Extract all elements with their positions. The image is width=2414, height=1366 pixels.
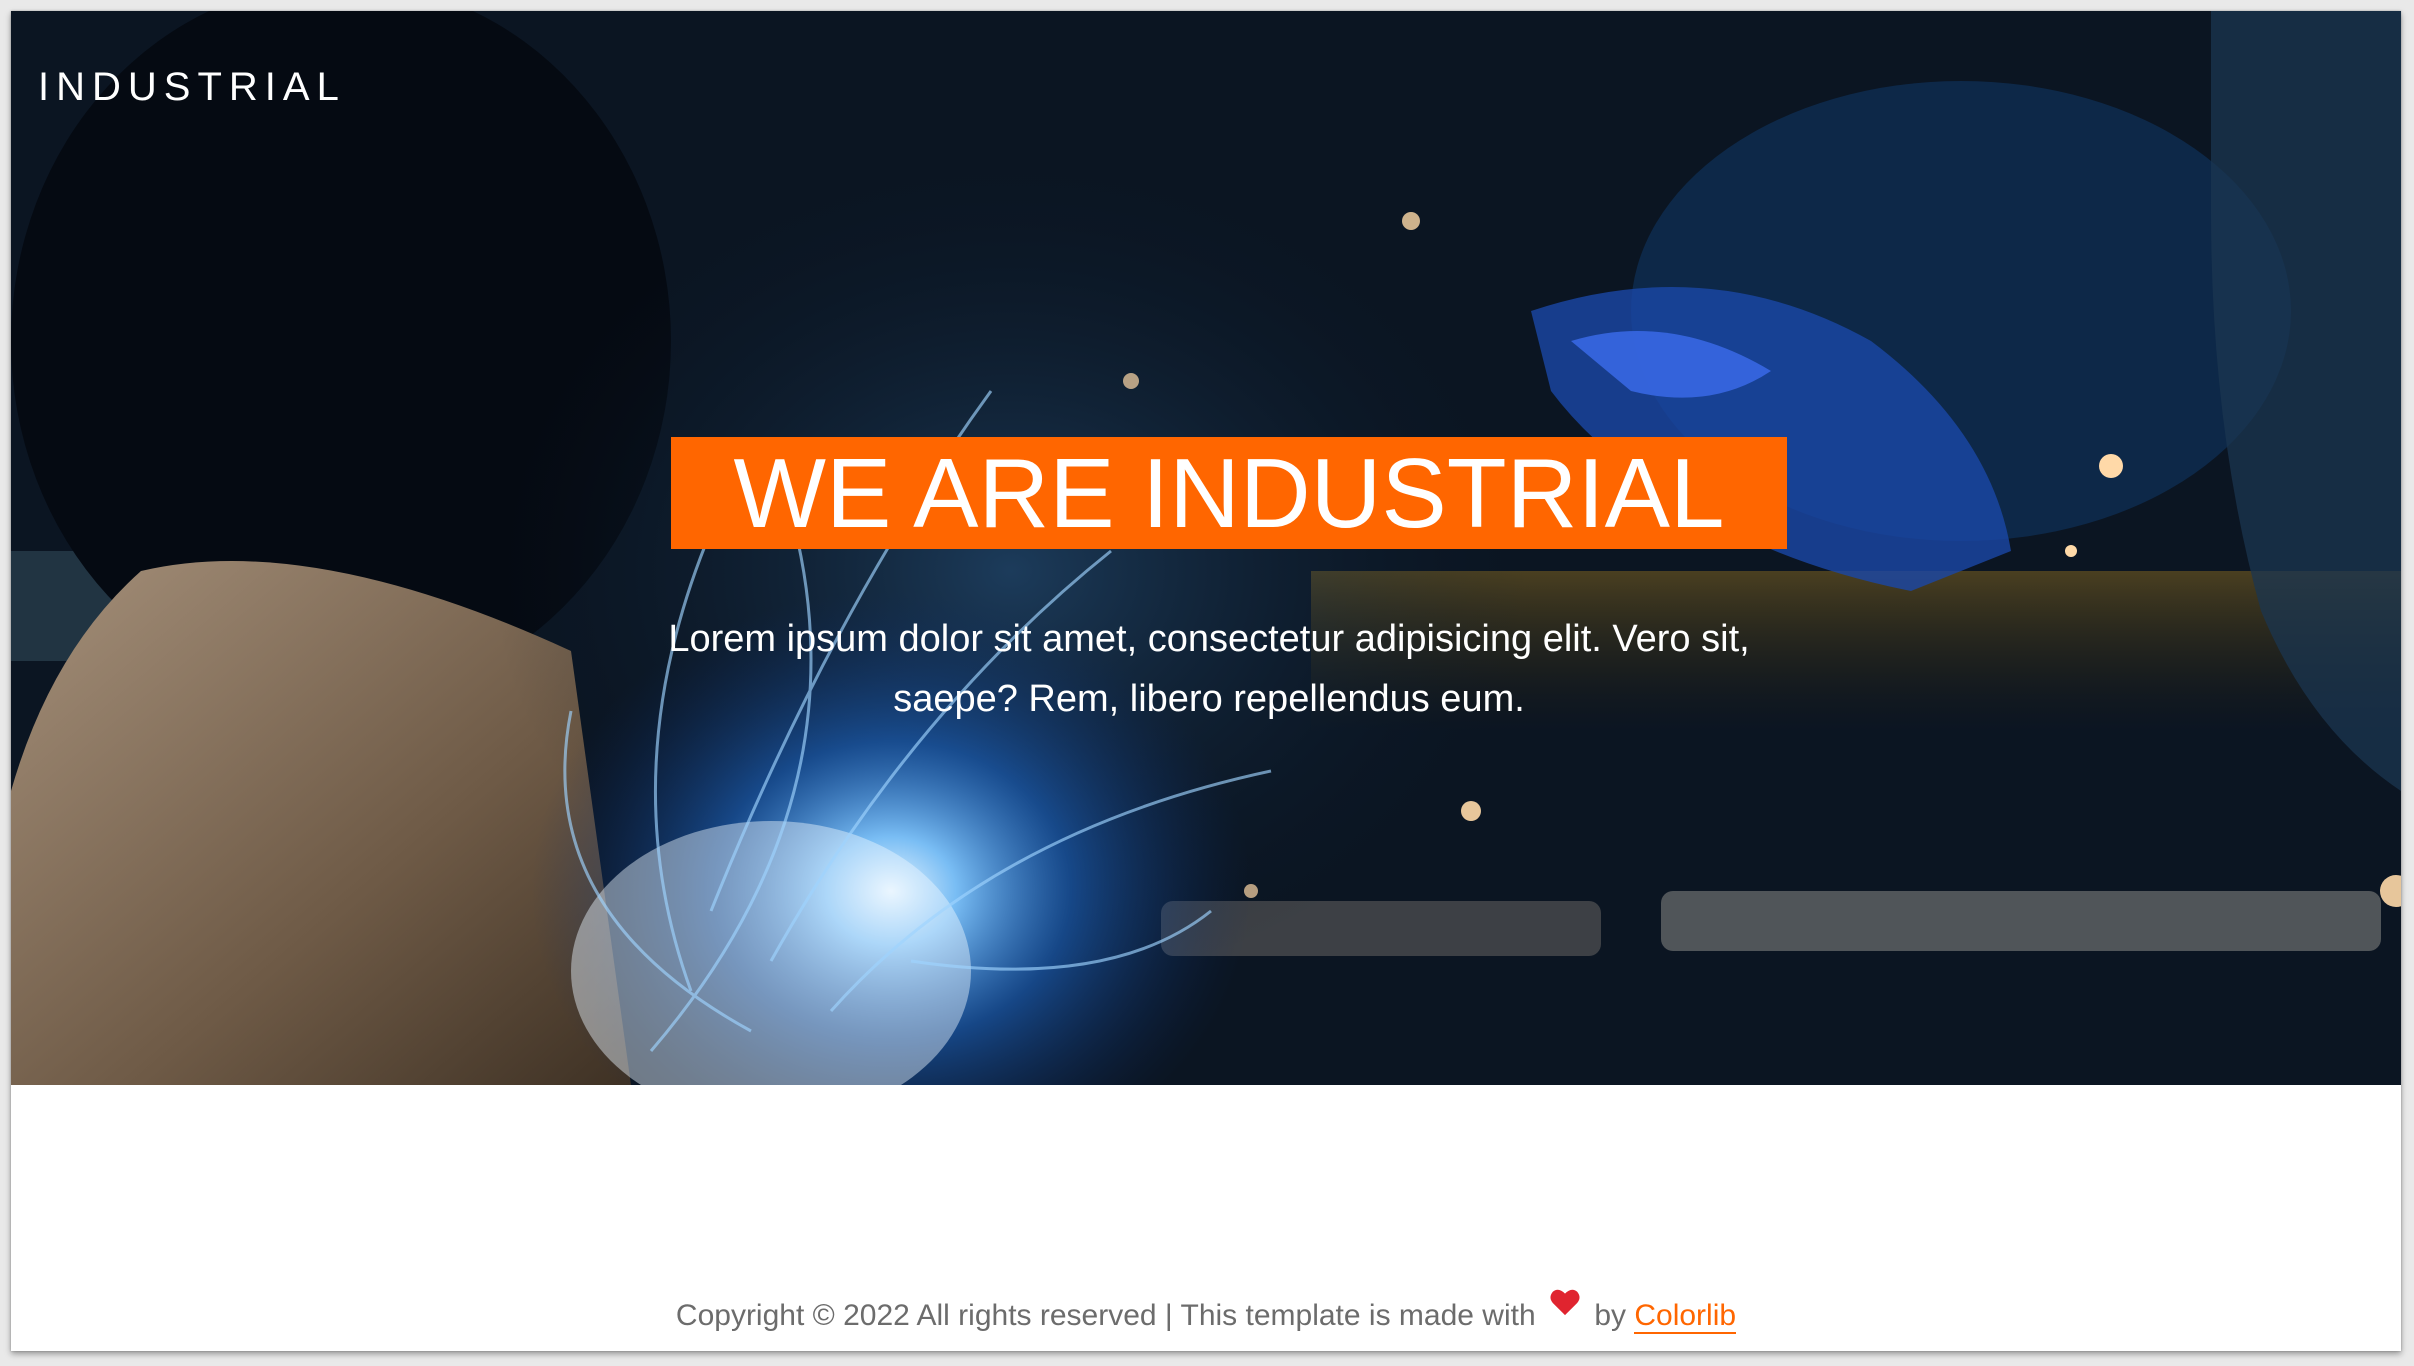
- browser-viewport: INDUSTRIAL WE ARE INDUSTRIAL Lorem ipsum…: [11, 11, 2401, 1351]
- footer-copyright: Copyright © 2022 All rights reserved | T…: [11, 1289, 2401, 1334]
- footer-by-text: by: [1594, 1299, 1627, 1332]
- hero-section: INDUSTRIAL WE ARE INDUSTRIAL Lorem ipsum…: [11, 11, 2401, 1085]
- brand-logo[interactable]: INDUSTRIAL: [38, 67, 346, 107]
- heart-icon: [1550, 1289, 1580, 1316]
- hero-headline: WE ARE INDUSTRIAL: [671, 437, 1787, 549]
- footer-copyright-text: Copyright © 2022 All rights reserved | T…: [675, 1299, 1536, 1332]
- colorlib-link[interactable]: Colorlib: [1634, 1299, 1737, 1334]
- hero-lead-text: Lorem ipsum dolor sit amet, consectetur …: [668, 618, 1750, 720]
